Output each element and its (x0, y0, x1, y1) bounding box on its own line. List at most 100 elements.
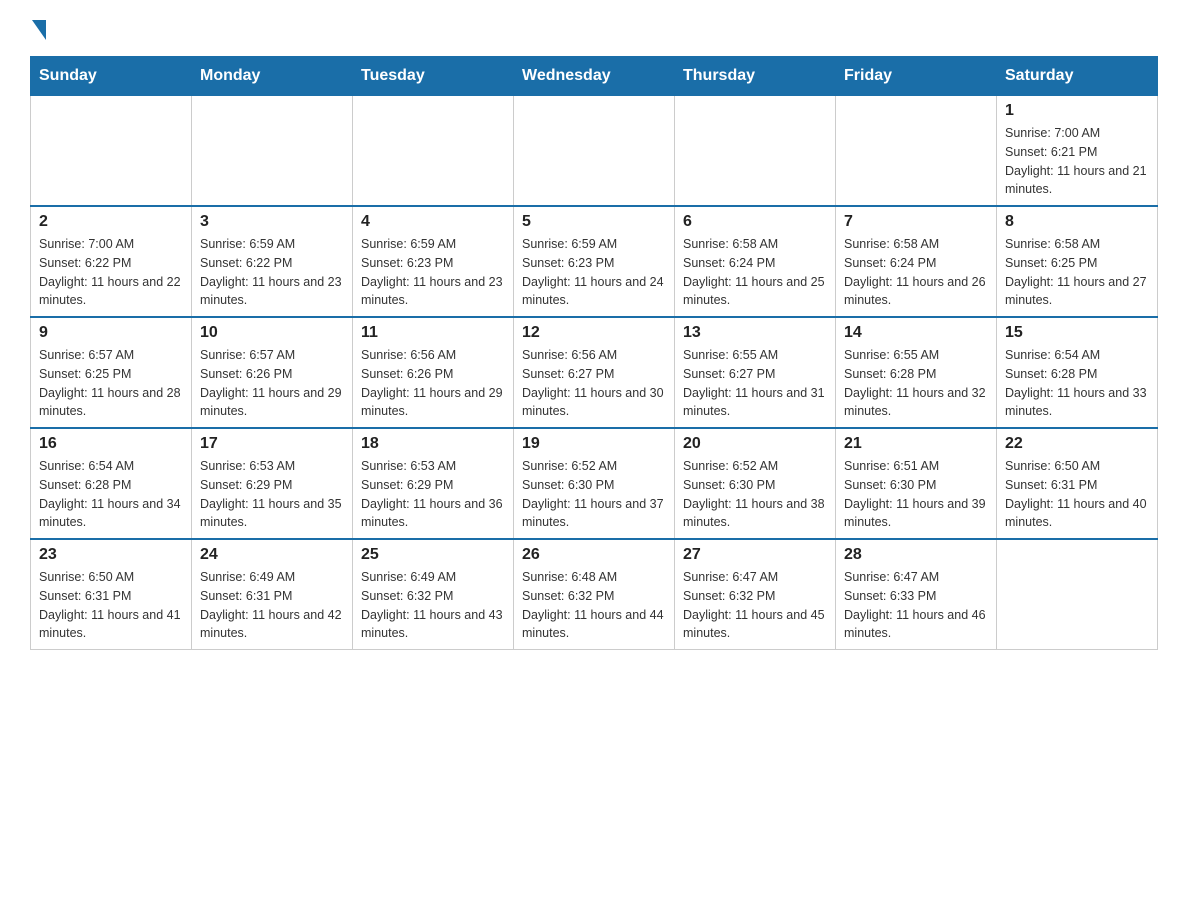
header-row: SundayMondayTuesdayWednesdayThursdayFrid… (31, 57, 1158, 96)
day-info: Sunrise: 6:52 AM Sunset: 6:30 PM Dayligh… (683, 457, 827, 532)
day-info: Sunrise: 6:47 AM Sunset: 6:33 PM Dayligh… (844, 568, 988, 643)
calendar-day-cell: 27 Sunrise: 6:47 AM Sunset: 6:32 PM Dayli… (675, 539, 836, 650)
day-info: Sunrise: 6:58 AM Sunset: 6:24 PM Dayligh… (683, 235, 827, 310)
calendar-day-cell (353, 96, 514, 207)
calendar-day-cell (514, 96, 675, 207)
calendar-day-cell: 1 Sunrise: 7:00 AM Sunset: 6:21 PM Daylig… (997, 96, 1158, 207)
day-of-week-header: Thursday (675, 57, 836, 96)
day-info: Sunrise: 6:58 AM Sunset: 6:24 PM Dayligh… (844, 235, 988, 310)
calendar-day-cell (836, 96, 997, 207)
calendar-day-cell (675, 96, 836, 207)
logo (30, 20, 46, 40)
day-info: Sunrise: 6:54 AM Sunset: 6:28 PM Dayligh… (39, 457, 183, 532)
day-info: Sunrise: 6:53 AM Sunset: 6:29 PM Dayligh… (200, 457, 344, 532)
calendar-week-row: 23 Sunrise: 6:50 AM Sunset: 6:31 PM Dayli… (31, 539, 1158, 650)
calendar-day-cell: 23 Sunrise: 6:50 AM Sunset: 6:31 PM Dayli… (31, 539, 192, 650)
day-info: Sunrise: 7:00 AM Sunset: 6:22 PM Dayligh… (39, 235, 183, 310)
calendar-day-cell: 3 Sunrise: 6:59 AM Sunset: 6:22 PM Daylig… (192, 206, 353, 317)
day-info: Sunrise: 6:51 AM Sunset: 6:30 PM Dayligh… (844, 457, 988, 532)
day-info: Sunrise: 6:50 AM Sunset: 6:31 PM Dayligh… (1005, 457, 1149, 532)
day-number: 22 (1005, 435, 1149, 453)
day-number: 7 (844, 213, 988, 231)
day-info: Sunrise: 6:49 AM Sunset: 6:32 PM Dayligh… (361, 568, 505, 643)
day-info: Sunrise: 6:50 AM Sunset: 6:31 PM Dayligh… (39, 568, 183, 643)
calendar-header: SundayMondayTuesdayWednesdayThursdayFrid… (31, 57, 1158, 96)
calendar-week-row: 9 Sunrise: 6:57 AM Sunset: 6:25 PM Daylig… (31, 317, 1158, 428)
day-number: 10 (200, 324, 344, 342)
day-number: 15 (1005, 324, 1149, 342)
calendar-day-cell: 25Sunrise: 6:49 AM Sunset: 6:32 PM Dayli… (353, 539, 514, 650)
day-info: Sunrise: 6:59 AM Sunset: 6:23 PM Dayligh… (522, 235, 666, 310)
day-of-week-header: Friday (836, 57, 997, 96)
day-number: 9 (39, 324, 183, 342)
day-number: 1 (1005, 102, 1149, 120)
calendar-day-cell (31, 96, 192, 207)
day-info: Sunrise: 6:55 AM Sunset: 6:27 PM Dayligh… (683, 346, 827, 421)
calendar-day-cell: 24 Sunrise: 6:49 AM Sunset: 6:31 PM Dayli… (192, 539, 353, 650)
calendar-day-cell: 17 Sunrise: 6:53 AM Sunset: 6:29 PM Dayli… (192, 428, 353, 539)
day-info: Sunrise: 6:59 AM Sunset: 6:22 PM Dayligh… (200, 235, 344, 310)
calendar-body: 1 Sunrise: 7:00 AM Sunset: 6:21 PM Daylig… (31, 96, 1158, 650)
day-of-week-header: Tuesday (353, 57, 514, 96)
calendar-day-cell: 28Sunrise: 6:47 AM Sunset: 6:33 PM Dayli… (836, 539, 997, 650)
day-of-week-header: Sunday (31, 57, 192, 96)
calendar-day-cell: 13 Sunrise: 6:55 AM Sunset: 6:27 PM Dayli… (675, 317, 836, 428)
day-number: 4 (361, 213, 505, 231)
logo-arrow-icon (32, 20, 46, 40)
day-number: 27 (683, 546, 827, 564)
day-info: Sunrise: 6:57 AM Sunset: 6:26 PM Dayligh… (200, 346, 344, 421)
day-number: 23 (39, 546, 183, 564)
day-number: 5 (522, 213, 666, 231)
day-number: 2 (39, 213, 183, 231)
calendar-table: SundayMondayTuesdayWednesdayThursdayFrid… (30, 56, 1158, 650)
calendar-day-cell: 19 Sunrise: 6:52 AM Sunset: 6:30 PM Dayli… (514, 428, 675, 539)
day-number: 20 (683, 435, 827, 453)
calendar-day-cell (997, 539, 1158, 650)
calendar-day-cell: 5 Sunrise: 6:59 AM Sunset: 6:23 PM Daylig… (514, 206, 675, 317)
calendar-day-cell: 12 Sunrise: 6:56 AM Sunset: 6:27 PM Dayli… (514, 317, 675, 428)
day-number: 17 (200, 435, 344, 453)
day-number: 16 (39, 435, 183, 453)
calendar-day-cell: 2 Sunrise: 7:00 AM Sunset: 6:22 PM Daylig… (31, 206, 192, 317)
day-info: Sunrise: 6:48 AM Sunset: 6:32 PM Dayligh… (522, 568, 666, 643)
day-of-week-header: Saturday (997, 57, 1158, 96)
day-info: Sunrise: 6:53 AM Sunset: 6:29 PM Dayligh… (361, 457, 505, 532)
day-number: 18 (361, 435, 505, 453)
day-info: Sunrise: 7:00 AM Sunset: 6:21 PM Dayligh… (1005, 124, 1149, 199)
day-number: 19 (522, 435, 666, 453)
calendar-day-cell: 9 Sunrise: 6:57 AM Sunset: 6:25 PM Daylig… (31, 317, 192, 428)
day-info: Sunrise: 6:49 AM Sunset: 6:31 PM Dayligh… (200, 568, 344, 643)
day-info: Sunrise: 6:47 AM Sunset: 6:32 PM Dayligh… (683, 568, 827, 643)
day-info: Sunrise: 6:59 AM Sunset: 6:23 PM Dayligh… (361, 235, 505, 310)
calendar-day-cell (192, 96, 353, 207)
calendar-day-cell: 10 Sunrise: 6:57 AM Sunset: 6:26 PM Dayli… (192, 317, 353, 428)
day-info: Sunrise: 6:56 AM Sunset: 6:27 PM Dayligh… (522, 346, 666, 421)
day-number: 11 (361, 324, 505, 342)
calendar-week-row: 1 Sunrise: 7:00 AM Sunset: 6:21 PM Daylig… (31, 96, 1158, 207)
calendar-day-cell: 11 Sunrise: 6:56 AM Sunset: 6:26 PM Dayli… (353, 317, 514, 428)
calendar-day-cell: 26 Sunrise: 6:48 AM Sunset: 6:32 PM Dayli… (514, 539, 675, 650)
day-info: Sunrise: 6:55 AM Sunset: 6:28 PM Dayligh… (844, 346, 988, 421)
day-number: 13 (683, 324, 827, 342)
calendar-day-cell: 15 Sunrise: 6:54 AM Sunset: 6:28 PM Dayli… (997, 317, 1158, 428)
day-number: 24 (200, 546, 344, 564)
day-number: 3 (200, 213, 344, 231)
day-info: Sunrise: 6:56 AM Sunset: 6:26 PM Dayligh… (361, 346, 505, 421)
calendar-day-cell: 4 Sunrise: 6:59 AM Sunset: 6:23 PM Daylig… (353, 206, 514, 317)
calendar-day-cell: 16 Sunrise: 6:54 AM Sunset: 6:28 PM Dayli… (31, 428, 192, 539)
day-number: 12 (522, 324, 666, 342)
calendar-day-cell: 7 Sunrise: 6:58 AM Sunset: 6:24 PM Daylig… (836, 206, 997, 317)
calendar-day-cell: 22 Sunrise: 6:50 AM Sunset: 6:31 PM Dayli… (997, 428, 1158, 539)
day-number: 21 (844, 435, 988, 453)
day-info: Sunrise: 6:54 AM Sunset: 6:28 PM Dayligh… (1005, 346, 1149, 421)
calendar-day-cell: 6Sunrise: 6:58 AM Sunset: 6:24 PM Daylig… (675, 206, 836, 317)
day-number: 26 (522, 546, 666, 564)
day-number: 8 (1005, 213, 1149, 231)
calendar-day-cell: 14Sunrise: 6:55 AM Sunset: 6:28 PM Dayli… (836, 317, 997, 428)
day-of-week-header: Wednesday (514, 57, 675, 96)
day-info: Sunrise: 6:52 AM Sunset: 6:30 PM Dayligh… (522, 457, 666, 532)
day-info: Sunrise: 6:57 AM Sunset: 6:25 PM Dayligh… (39, 346, 183, 421)
day-info: Sunrise: 6:58 AM Sunset: 6:25 PM Dayligh… (1005, 235, 1149, 310)
calendar-day-cell: 8 Sunrise: 6:58 AM Sunset: 6:25 PM Daylig… (997, 206, 1158, 317)
page-header (30, 20, 1158, 40)
